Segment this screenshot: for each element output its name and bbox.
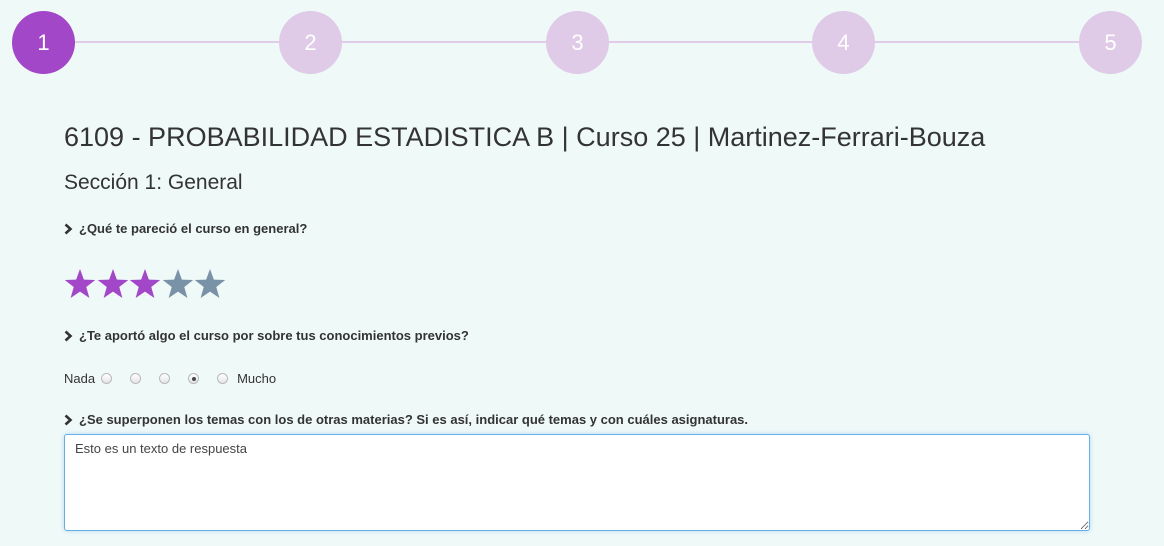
course-title: 6109 - PROBABILIDAD ESTADISTICA B | Curs… xyxy=(64,122,986,152)
question-label: ¿Se superponen los temas con los de otra… xyxy=(79,412,749,427)
star-icon[interactable] xyxy=(129,268,161,300)
scale-min-label: Nada xyxy=(64,371,96,386)
star-icon[interactable] xyxy=(64,268,96,300)
star-icon[interactable] xyxy=(194,268,226,300)
scale-radio-3[interactable] xyxy=(159,373,171,384)
question-label: ¿Te aportó algo el curso por sobre tus c… xyxy=(79,328,469,343)
section-title: Sección 1: General xyxy=(64,171,243,194)
step-3[interactable]: 3 xyxy=(546,11,609,74)
step-1[interactable]: 1 xyxy=(12,11,75,74)
star-rating[interactable] xyxy=(64,268,227,300)
step-2[interactable]: 2 xyxy=(279,11,342,74)
chevron-right-icon xyxy=(64,223,73,234)
scale-max-label: Mucho xyxy=(237,371,277,386)
scale-radio-1[interactable] xyxy=(101,373,113,384)
chevron-right-icon xyxy=(64,414,73,425)
question-label: ¿Qué te pareció el curso en general? xyxy=(79,221,308,236)
star-icon[interactable] xyxy=(162,268,194,300)
question-prior-knowledge: ¿Te aportó algo el curso por sobre tus c… xyxy=(64,328,469,343)
question-general-rating: ¿Qué te pareció el curso en general? xyxy=(64,221,307,236)
answer-textarea[interactable] xyxy=(64,434,1090,531)
scale-radio-5[interactable] xyxy=(217,373,229,384)
scale-radio-4[interactable] xyxy=(188,373,200,384)
rating-scale: Nada Mucho xyxy=(64,371,276,386)
scale-radio-2[interactable] xyxy=(130,373,142,384)
step-5[interactable]: 5 xyxy=(1079,11,1142,74)
step-4[interactable]: 4 xyxy=(812,11,875,74)
progress-stepper: 1 2 3 4 5 xyxy=(0,0,1164,90)
question-overlap-topics: ¿Se superponen los temas con los de otra… xyxy=(64,412,748,427)
star-icon[interactable] xyxy=(97,268,129,300)
chevron-right-icon xyxy=(64,330,73,341)
